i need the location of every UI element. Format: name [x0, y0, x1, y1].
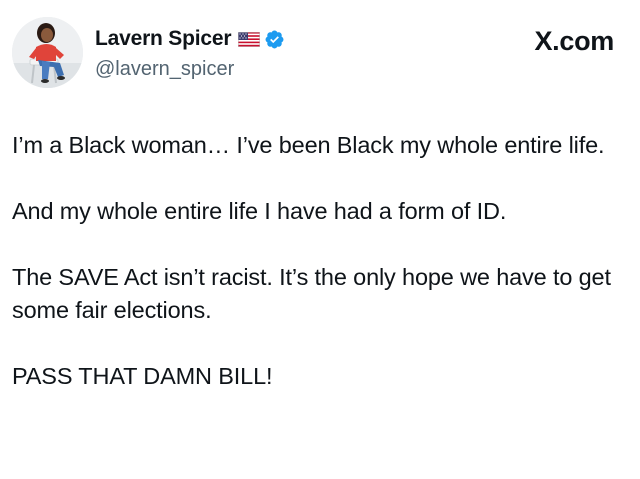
author-display-name[interactable]: Lavern Spicer [95, 27, 232, 51]
us-flag-icon [238, 31, 261, 47]
verified-badge-icon [264, 29, 285, 50]
avatar-photo-icon [12, 17, 83, 88]
avatar[interactable] [12, 17, 83, 88]
author-name-row: Lavern Spicer [95, 26, 285, 52]
tweet-paragraph: I’m a Black woman… I’ve been Black my wh… [12, 132, 605, 158]
tweet-paragraph: PASS THAT DAMN BILL! [12, 363, 273, 389]
site-logo-text: X.com [534, 26, 614, 56]
author-handle[interactable]: @lavern_spicer [95, 58, 234, 81]
tweet-body: I’m a Black woman… I’ve been Black my wh… [12, 129, 612, 426]
tweet-card: Lavern Spicer @lavern_spicer X.com I’m a… [0, 0, 640, 479]
tweet-paragraph: And my whole entire life I have had a fo… [12, 198, 507, 224]
tweet-paragraph: The SAVE Act isn’t racist. It’s the only… [12, 264, 611, 323]
